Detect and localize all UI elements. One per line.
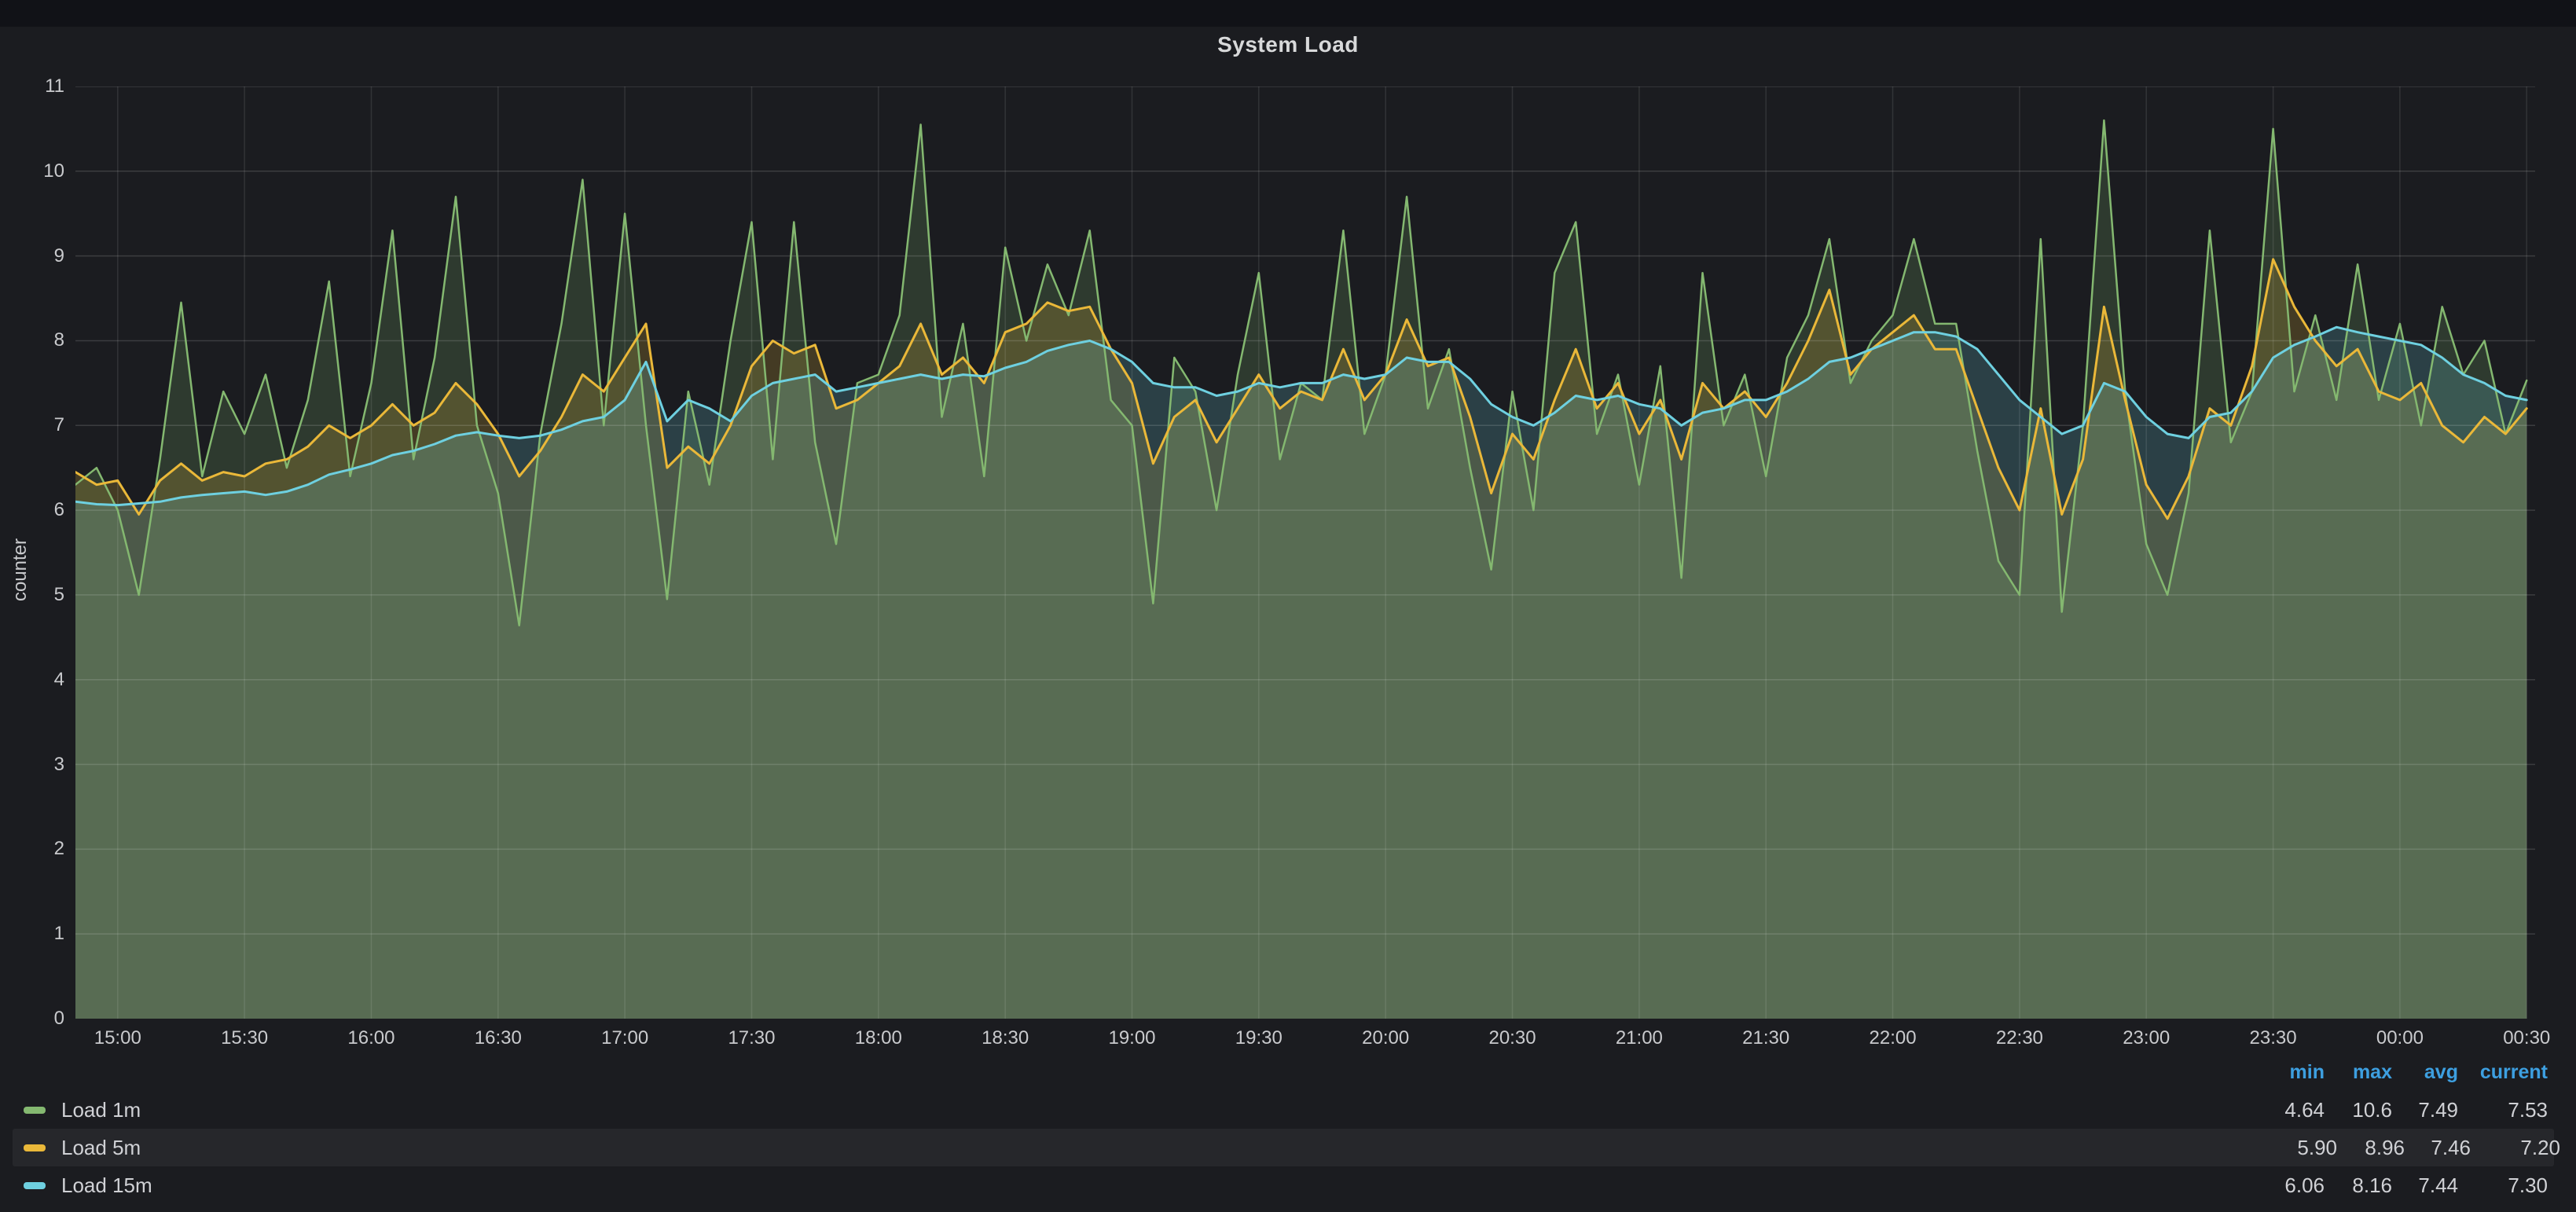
x-tick-label: 20:00: [1330, 1027, 1440, 1050]
legend-swatch-icon[interactable]: [24, 1107, 46, 1114]
x-tick-label: 15:30: [189, 1027, 299, 1050]
y-tick-label: 4: [0, 669, 64, 691]
plot-area[interactable]: [75, 86, 2535, 1019]
y-tick-label: 2: [0, 838, 64, 860]
x-tick-label: 18:00: [824, 1027, 934, 1050]
legend-series-label[interactable]: Load 15m: [61, 1166, 152, 1204]
x-tick-label: 19:00: [1077, 1027, 1187, 1050]
legend-row-load-1m[interactable]: Load 1m4.6410.67.497.53: [0, 1091, 2576, 1129]
legend-swatch-icon[interactable]: [24, 1182, 46, 1189]
legend-header-row: minmaxavgcurrent: [0, 1053, 2576, 1091]
graph-panel: System Load counter 01234567891011 15:00…: [0, 27, 2576, 1212]
x-tick-label: 23:00: [2091, 1027, 2201, 1050]
stat-current: 7.20: [2442, 1129, 2560, 1166]
x-tick-label: 21:30: [1711, 1027, 1821, 1050]
y-tick-label: 3: [0, 754, 64, 776]
legend-swatch-icon[interactable]: [24, 1144, 46, 1151]
legend: minmaxavgcurrentLoad 1m4.6410.67.497.53L…: [0, 1053, 2576, 1204]
y-tick-label: 10: [0, 160, 64, 182]
y-tick-label: 1: [0, 923, 64, 945]
legend-row-load-15m[interactable]: Load 15m6.068.167.447.30: [0, 1166, 2576, 1204]
legend-series-label[interactable]: Load 5m: [61, 1129, 141, 1166]
chart-svg[interactable]: [75, 86, 2535, 1019]
x-tick-label: 16:30: [443, 1027, 553, 1050]
top-bar: [0, 0, 2576, 27]
x-tick-label: 20:30: [1458, 1027, 1568, 1050]
y-tick-label: 0: [0, 1008, 64, 1030]
x-tick-label: 22:30: [1965, 1027, 2075, 1050]
x-tick-label: 00:00: [2345, 1027, 2455, 1050]
legend-row-load-5m[interactable]: Load 5m5.908.967.467.20: [13, 1129, 2554, 1166]
x-tick-label: 18:30: [950, 1027, 1060, 1050]
x-tick-label: 16:00: [316, 1027, 426, 1050]
x-tick-label: 22:00: [1838, 1027, 1948, 1050]
x-tick-label: 17:00: [570, 1027, 680, 1050]
x-tick-label: 19:30: [1204, 1027, 1314, 1050]
y-tick-label: 8: [0, 329, 64, 351]
y-tick-label: 9: [0, 245, 64, 267]
screen: System Load counter 01234567891011 15:00…: [0, 0, 2576, 1212]
x-tick-label: 17:30: [696, 1027, 806, 1050]
x-tick-label: 15:00: [63, 1027, 173, 1050]
x-tick-label: 00:30: [2471, 1027, 2576, 1050]
legend-series-label[interactable]: Load 1m: [61, 1091, 141, 1129]
panel-title[interactable]: System Load: [0, 27, 2576, 63]
y-tick-label: 6: [0, 499, 64, 521]
stat-current: 7.53: [2430, 1091, 2548, 1129]
stat-current: 7.30: [2430, 1166, 2548, 1204]
y-tick-label: 7: [0, 414, 64, 436]
x-tick-label: 21:00: [1584, 1027, 1694, 1050]
legend-column-header-current[interactable]: current: [2430, 1053, 2548, 1091]
y-tick-label: 11: [0, 75, 64, 97]
x-tick-label: 23:30: [2218, 1027, 2328, 1050]
y-tick-label: 5: [0, 584, 64, 606]
